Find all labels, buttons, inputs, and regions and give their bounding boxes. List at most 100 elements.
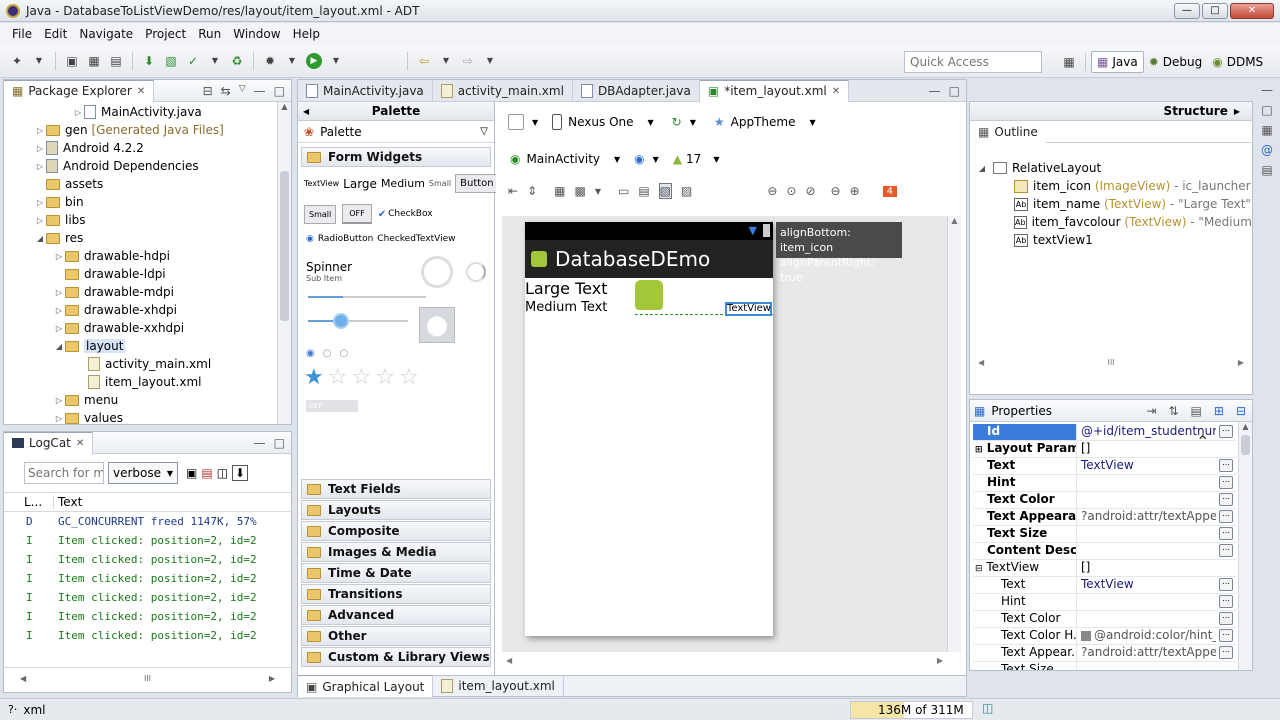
menu-project[interactable]: Project <box>139 27 192 41</box>
property-value[interactable]: ?android:attr/textAppea... <box>1076 645 1216 661</box>
more-icon[interactable]: ⋯ <box>1219 476 1233 489</box>
item-name-text[interactable]: Large Text <box>525 279 607 298</box>
orientation-icon[interactable]: ↻ <box>672 115 682 129</box>
maximize-view-icon[interactable]: □ <box>274 436 285 450</box>
sort-icon[interactable]: ⇅ <box>1168 404 1178 418</box>
scroll-lock-icon[interactable]: ⬇ <box>232 465 249 481</box>
star-icon[interactable]: ☆ <box>351 365 371 390</box>
canvas-horizontal-scrollbar[interactable]: ◀ ▶ <box>502 652 947 668</box>
scroll-up-icon[interactable]: ▲ <box>278 102 291 111</box>
log-row[interactable]: I Item clicked: position=2, id=2 <box>4 550 291 569</box>
align-icon[interactable]: ▧ <box>658 183 672 199</box>
minimize-view-icon[interactable]: — <box>254 84 266 98</box>
log-row[interactable]: I Item clicked: position=2, id=2 <box>4 607 291 626</box>
palette-category-transitions[interactable]: Transitions <box>301 584 491 604</box>
zoom-fit-icon[interactable]: ⊙ <box>786 184 796 198</box>
heap-status[interactable]: 136M of 311M <box>850 701 973 719</box>
scroll-right-icon[interactable]: ▶ <box>1238 358 1244 367</box>
log-row[interactable]: I Item clicked: position=2, id=2 <box>4 569 291 588</box>
minimize-view-icon[interactable]: — <box>1261 83 1273 97</box>
property-row[interactable]: Hint ⋯ <box>973 475 1236 492</box>
collapse-minus-icon[interactable]: ⊟ <box>975 564 983 574</box>
palette-category-advanced[interactable]: Advanced <box>301 605 491 625</box>
minimize-view-icon[interactable]: — <box>929 84 941 98</box>
tab-outline[interactable]: ▦ Outline <box>970 120 1046 143</box>
expand-all-icon[interactable]: ⊞ <box>1214 404 1224 418</box>
expand-arrow-icon[interactable]: ▷ <box>34 198 46 207</box>
save-all-icon[interactable]: ▦ <box>86 53 102 69</box>
palette-category-other[interactable]: Other <box>301 626 491 646</box>
zoom-100-icon[interactable]: ⊘ <box>805 184 815 198</box>
property-value[interactable] <box>1076 526 1216 542</box>
run-icon[interactable]: ▶ <box>306 53 322 69</box>
expand-plus-icon[interactable]: ⊞ <box>975 445 983 455</box>
lint-icon[interactable]: ✓ <box>185 53 201 69</box>
tab-logcat[interactable]: LogCat ✕ <box>4 431 94 454</box>
more-icon[interactable]: ⋯ <box>1219 510 1233 523</box>
star-icon[interactable]: ☆ <box>375 365 395 390</box>
maximize-view-icon[interactable]: □ <box>949 84 960 98</box>
distribute-icon[interactable]: ▨ <box>681 184 692 198</box>
property-value[interactable]: [] <box>1076 560 1236 576</box>
garbage-collect-icon[interactable]: ◫ <box>982 701 993 715</box>
property-row[interactable]: Text TextView ⋯ <box>973 458 1236 475</box>
tree-item[interactable]: ▷ drawable-xhdpi <box>4 301 277 319</box>
more-icon[interactable]: ⋯ <box>1219 425 1233 438</box>
log-row[interactable]: I Item clicked: position=2, id=2 <box>4 626 291 645</box>
canvas-vertical-scrollbar[interactable]: ▲ <box>947 216 961 652</box>
property-row[interactable]: Text Color H... @android:color/hint_...⋯ <box>973 628 1236 645</box>
tab-dbadapter-java[interactable]: DBAdapter.java <box>573 79 700 102</box>
logcat-search-input[interactable] <box>24 462 104 484</box>
outline-item-selected[interactable]: Ab textView1 <box>970 231 1252 249</box>
console-icon[interactable]: ▦ <box>1261 123 1272 137</box>
property-row[interactable]: Text Color ⋯ <box>973 492 1236 509</box>
expand-arrow-icon[interactable]: ▷ <box>72 108 84 117</box>
expand-arrow-icon[interactable]: ▷ <box>53 288 65 297</box>
show-grid-icon[interactable]: ▦ <box>554 184 565 198</box>
checkbox-icon[interactable]: ✔ <box>378 209 386 220</box>
property-value[interactable]: TextView <box>1076 458 1216 474</box>
fit-height-icon[interactable]: ⇕ <box>527 184 537 198</box>
view-menu-icon[interactable]: ▽ <box>239 84 246 98</box>
scroll-thumb[interactable]: III <box>1107 358 1114 367</box>
warning-count-badge[interactable]: 4 <box>882 185 898 197</box>
radio-icon[interactable]: ○ <box>339 348 348 359</box>
expand-arrow-icon[interactable]: ▷ <box>53 306 65 315</box>
device-select[interactable]: Nexus One ▼ <box>552 114 654 130</box>
collapse-left-icon[interactable]: ◀ <box>303 107 309 116</box>
scroll-thumb[interactable] <box>280 171 289 321</box>
star-icon[interactable]: ☆ <box>399 365 419 390</box>
column-header-level[interactable]: L... <box>4 495 54 509</box>
tree-item[interactable]: ▷ Android Dependencies <box>4 157 277 175</box>
expand-arrow-icon[interactable]: ▷ <box>53 252 65 261</box>
progress-small-icon[interactable] <box>466 262 486 282</box>
design-canvas[interactable]: ▼ DatabaseDEmo Large Text Medium Text Te… <box>502 216 947 652</box>
tree-item[interactable]: assets <box>4 175 277 193</box>
palette-category-text-fields[interactable]: Text Fields <box>301 479 491 499</box>
avd-manager-icon[interactable]: ▧ <box>163 53 179 69</box>
zoom-out-small-icon[interactable]: ⊖ <box>831 184 841 198</box>
property-value[interactable] <box>1076 594 1216 610</box>
dropdown-icon[interactable]: ▼ <box>438 53 454 69</box>
close-icon[interactable]: ✕ <box>137 86 145 97</box>
forward-icon[interactable]: ⇨ <box>460 53 476 69</box>
tree-item[interactable]: ▷ gen [Generated Java Files] <box>4 121 277 139</box>
scroll-thumb[interactable]: III <box>144 674 151 683</box>
layout-width-icon[interactable]: ▭ <box>618 184 629 198</box>
widget-switch[interactable]: OFF <box>306 400 358 412</box>
expand-arrow-icon[interactable]: ▷ <box>53 324 65 333</box>
show-advanced-icon[interactable]: ▤ <box>1191 404 1202 418</box>
collapse-right-icon[interactable]: ▶ <box>1234 107 1240 116</box>
minimize-view-icon[interactable]: — <box>254 436 266 450</box>
more-icon[interactable]: ⋯ <box>1219 612 1233 625</box>
restore-view-icon[interactable]: □ <box>1261 103 1272 117</box>
zoom-in-icon[interactable]: ⊕ <box>850 184 860 198</box>
progress-large-icon[interactable] <box>421 256 453 288</box>
perspective-ddms[interactable]: ◉ DDMS <box>1207 51 1268 73</box>
menu-file[interactable]: File <box>6 27 38 41</box>
radio-selected-icon[interactable]: ◉ <box>306 348 315 359</box>
chevron-down-icon[interactable]: ▼ <box>690 118 696 127</box>
property-row[interactable]: Text Color ⋯ <box>973 611 1236 628</box>
dropdown-icon[interactable]: ▼ <box>31 53 47 69</box>
property-row[interactable]: ⊟ TextView [] <box>973 560 1236 577</box>
